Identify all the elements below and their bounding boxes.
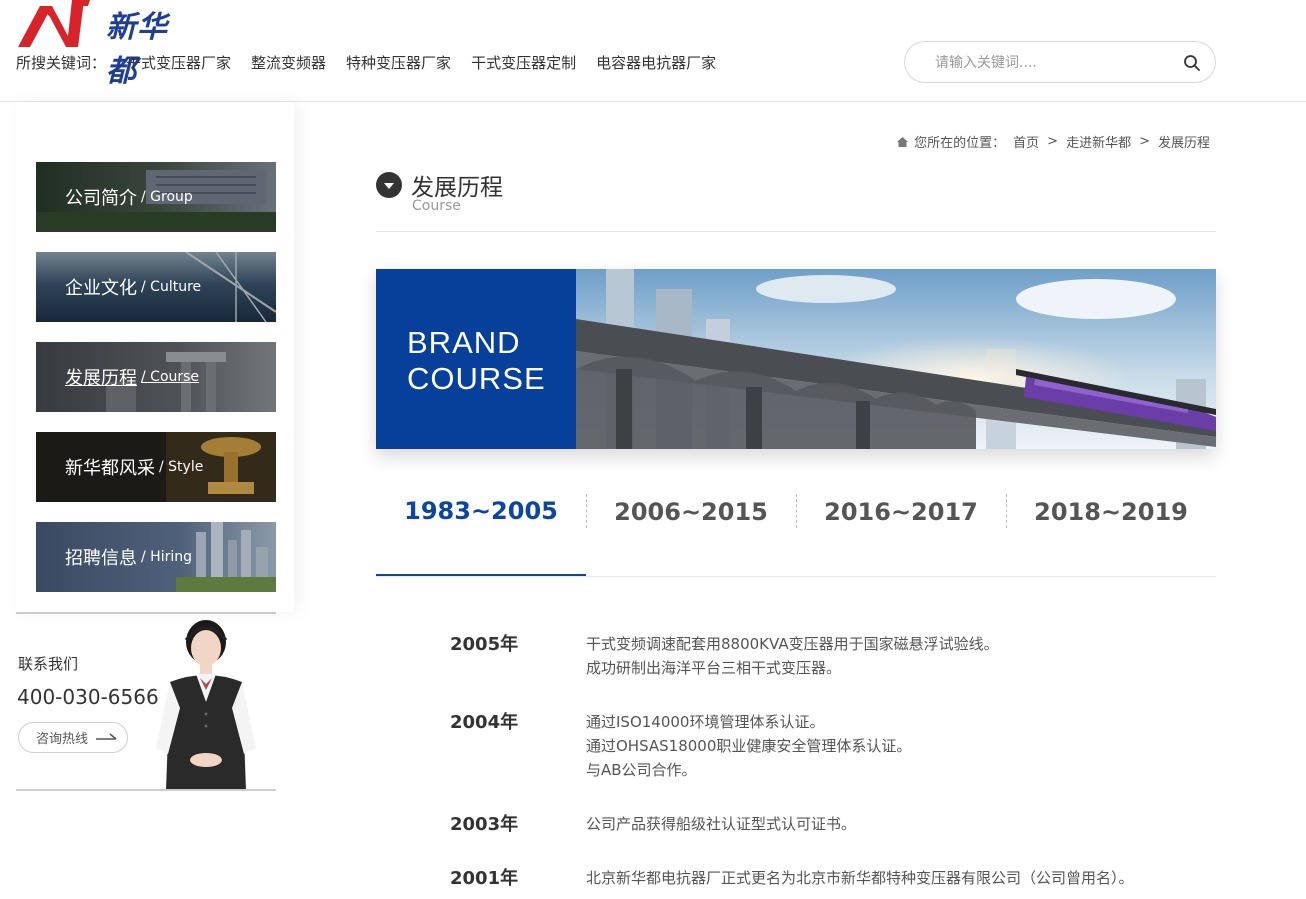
sidebar-item-label: 企业文化 / Culture [65,278,202,299]
keyword-link[interactable]: 特种变压器厂家 [346,52,451,73]
timeline-year: 2005年 [450,634,519,655]
sidebar-item-group[interactable]: 公司简介 / Group [36,162,276,232]
page-subtitle: Course [412,198,461,214]
breadcrumb-separator: > [1139,134,1150,149]
contact-phone: 400-030-6566 [17,685,159,709]
breadcrumb-home[interactable]: 首页 [1013,132,1039,151]
hotline-button-label: 咨询热线 [36,732,89,747]
breadcrumb-label: 您所在的位置： [914,136,1006,151]
sidebar-item-course[interactable]: 发展历程 / Course [36,342,276,412]
banner-heading: BRAND COURSE [407,325,546,396]
keywords-label: 所搜关键词： [16,53,107,72]
railway-bridge-image [576,269,1216,449]
home-icon [897,136,909,147]
tab-2018-2019[interactable]: 2018~2019 [1006,478,1216,576]
sidebar-item-style[interactable]: 新华都风采 / Style [36,432,276,502]
search-input[interactable] [935,51,1165,75]
breadcrumb-separator: > [1047,134,1059,149]
timeline-year: 2001年 [450,868,519,889]
tab-2016-2017[interactable]: 2016~2017 [796,478,1006,576]
logo-mark-icon [18,0,90,47]
sidebar-item-label: 招聘信息 / Hiring [65,548,192,569]
year-tabs: 1983~2005 2006~2015 2016~2017 2018~2019 [376,478,1216,577]
banner-text-panel: BRAND COURSE [376,269,576,449]
breadcrumb: 您所在的位置： 首页 > 走进新华都 > 发展历程 [897,132,1210,151]
logo[interactable]: 新华都 [18,0,198,89]
timeline-description: 通过ISO14000环境管理体系认证。 通过OHSAS18000职业健康安全管理… [586,713,912,779]
timeline-description: 北京新华都电抗器厂正式更名为北京市新华都特种变压器有限公司（公司曾用名）。 [586,869,1134,887]
tab-2006-2015[interactable]: 2006~2015 [586,478,796,576]
tab-1983-2005[interactable]: 1983~2005 [376,478,586,576]
sidebar: 公司简介 / Group 企业文化 / Culture 发展历程 / Course [16,102,294,612]
hotline-button[interactable]: 咨询热线 [18,722,128,753]
breadcrumb-current[interactable]: 发展历程 [1158,132,1210,151]
sidebar-item-label: 发展历程 / Course [65,368,200,389]
search-icon[interactable] [1183,54,1201,72]
sidebar-item-hiring[interactable]: 招聘信息 / Hiring [36,522,276,592]
logo-text: 新华都 [106,10,168,89]
divider [16,612,276,614]
timeline-year: 2003年 [450,814,519,835]
timeline-year: 2004年 [450,712,519,733]
keyword-link[interactable]: 干式变压器厂家 [126,52,231,73]
keyword-link[interactable]: 整流变频器 [251,52,326,73]
timeline-description: 干式变频调速配套用8800KVA变压器用于国家磁悬浮试验线。 成功研制出海洋平台… [586,635,999,677]
chevron-down-icon [376,172,402,198]
hot-keywords: 所搜关键词： 干式变压器厂家 整流变频器 特种变压器厂家 干式变压器定制 电容器… [16,51,736,73]
site-header: 新华都 所搜关键词： 干式变压器厂家 整流变频器 特种变压器厂家 干式变压器定制… [0,0,1306,102]
customer-service-agent-image [156,620,256,790]
divider [16,789,276,791]
search-box [904,41,1216,83]
contact-title: 联系我们 [18,655,79,673]
sidebar-item-culture[interactable]: 企业文化 / Culture [36,252,276,322]
sidebar-item-label: 新华都风采 / Style [65,458,204,479]
arrow-right-icon [96,732,117,740]
keyword-link[interactable]: 电容器电抗器厂家 [596,52,716,73]
page-title: 发展历程 [411,175,503,201]
timeline-description: 公司产品获得船级社认证型式认可证书。 [586,815,857,833]
sidebar-item-label: 公司简介 / Group [65,188,193,209]
keyword-link[interactable]: 干式变压器定制 [471,52,576,73]
breadcrumb-about[interactable]: 走进新华都 [1066,132,1131,151]
course-banner: BRAND COURSE [376,269,1216,449]
divider [376,231,1216,232]
